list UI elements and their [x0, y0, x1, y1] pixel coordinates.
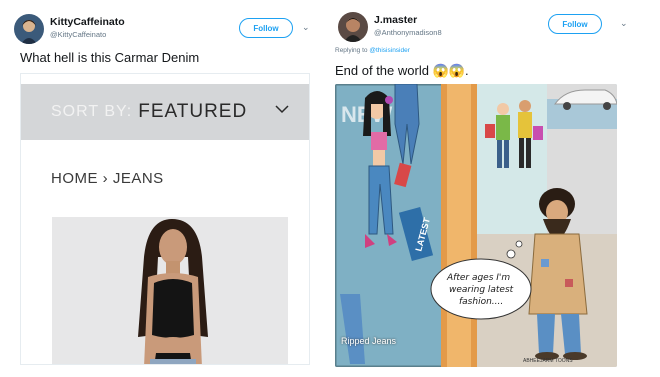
image-caption: Ripped Jeans — [341, 336, 397, 346]
speech-bubble-line-3: fashion.... — [459, 297, 503, 307]
display-name[interactable]: J.master — [374, 14, 442, 26]
tweet-header: KittyCaffeinato @KittyCaffeinato Follow … — [14, 12, 310, 48]
sort-value: FEATURED — [138, 101, 248, 122]
sort-label: SORT BY: — [51, 103, 133, 120]
user-names: J.master @Anthonymadison8 — [374, 14, 442, 37]
tweet-text: What hell is this Carmar Denim — [20, 50, 200, 65]
cartoon-illustration: NEW LATEST — [335, 84, 617, 367]
sort-bar: SORT BY: FEATURED — [21, 84, 309, 140]
user-handle[interactable]: @KittyCaffeinato — [50, 30, 125, 39]
chevron-down-icon — [275, 105, 289, 114]
display-name[interactable]: KittyCaffeinato — [50, 16, 125, 28]
avatar[interactable] — [14, 14, 44, 44]
reply-context: Replying to @thisisinsider — [335, 47, 410, 54]
tweet-media-image[interactable]: SORT BY: FEATURED HOME › JEANS — [20, 73, 310, 365]
avatar[interactable] — [338, 12, 368, 42]
tweet-text-body: End of the world — [335, 63, 429, 78]
tweet-card-left: KittyCaffeinato @KittyCaffeinato Follow … — [0, 0, 318, 377]
tweet-header: J.master @Anthonymadison8 Follow ⌄ — [338, 12, 650, 48]
product-photo — [52, 217, 288, 364]
column-divider — [320, 0, 324, 377]
follow-button[interactable]: Follow — [239, 18, 293, 38]
breadcrumb: HOME › JEANS — [51, 170, 164, 187]
reply-mention-link[interactable]: @thisisinsider — [369, 47, 410, 54]
chevron-down-icon[interactable]: ⌄ — [620, 18, 628, 29]
tweet-card-right: J.master @Anthonymadison8 Follow ⌄ Reply… — [326, 0, 660, 377]
tweet-text: End of the world 😱😱. — [335, 63, 469, 79]
user-handle[interactable]: @Anthonymadison8 — [374, 28, 442, 37]
reply-prefix: Replying to — [335, 47, 368, 54]
artist-signature: ABHEEJARM TOONS — [523, 358, 573, 364]
chevron-down-icon[interactable]: ⌄ — [302, 22, 310, 33]
speech-bubble-line-1: After ages I'm — [446, 273, 510, 283]
scream-emoji-icon: 😱😱. — [432, 63, 469, 78]
user-names: KittyCaffeinato @KittyCaffeinato — [50, 16, 125, 39]
tweet-media-image[interactable]: NEW LATEST — [335, 84, 617, 367]
follow-button[interactable]: Follow — [548, 14, 602, 34]
speech-bubble-line-2: wearing latest — [449, 285, 514, 295]
